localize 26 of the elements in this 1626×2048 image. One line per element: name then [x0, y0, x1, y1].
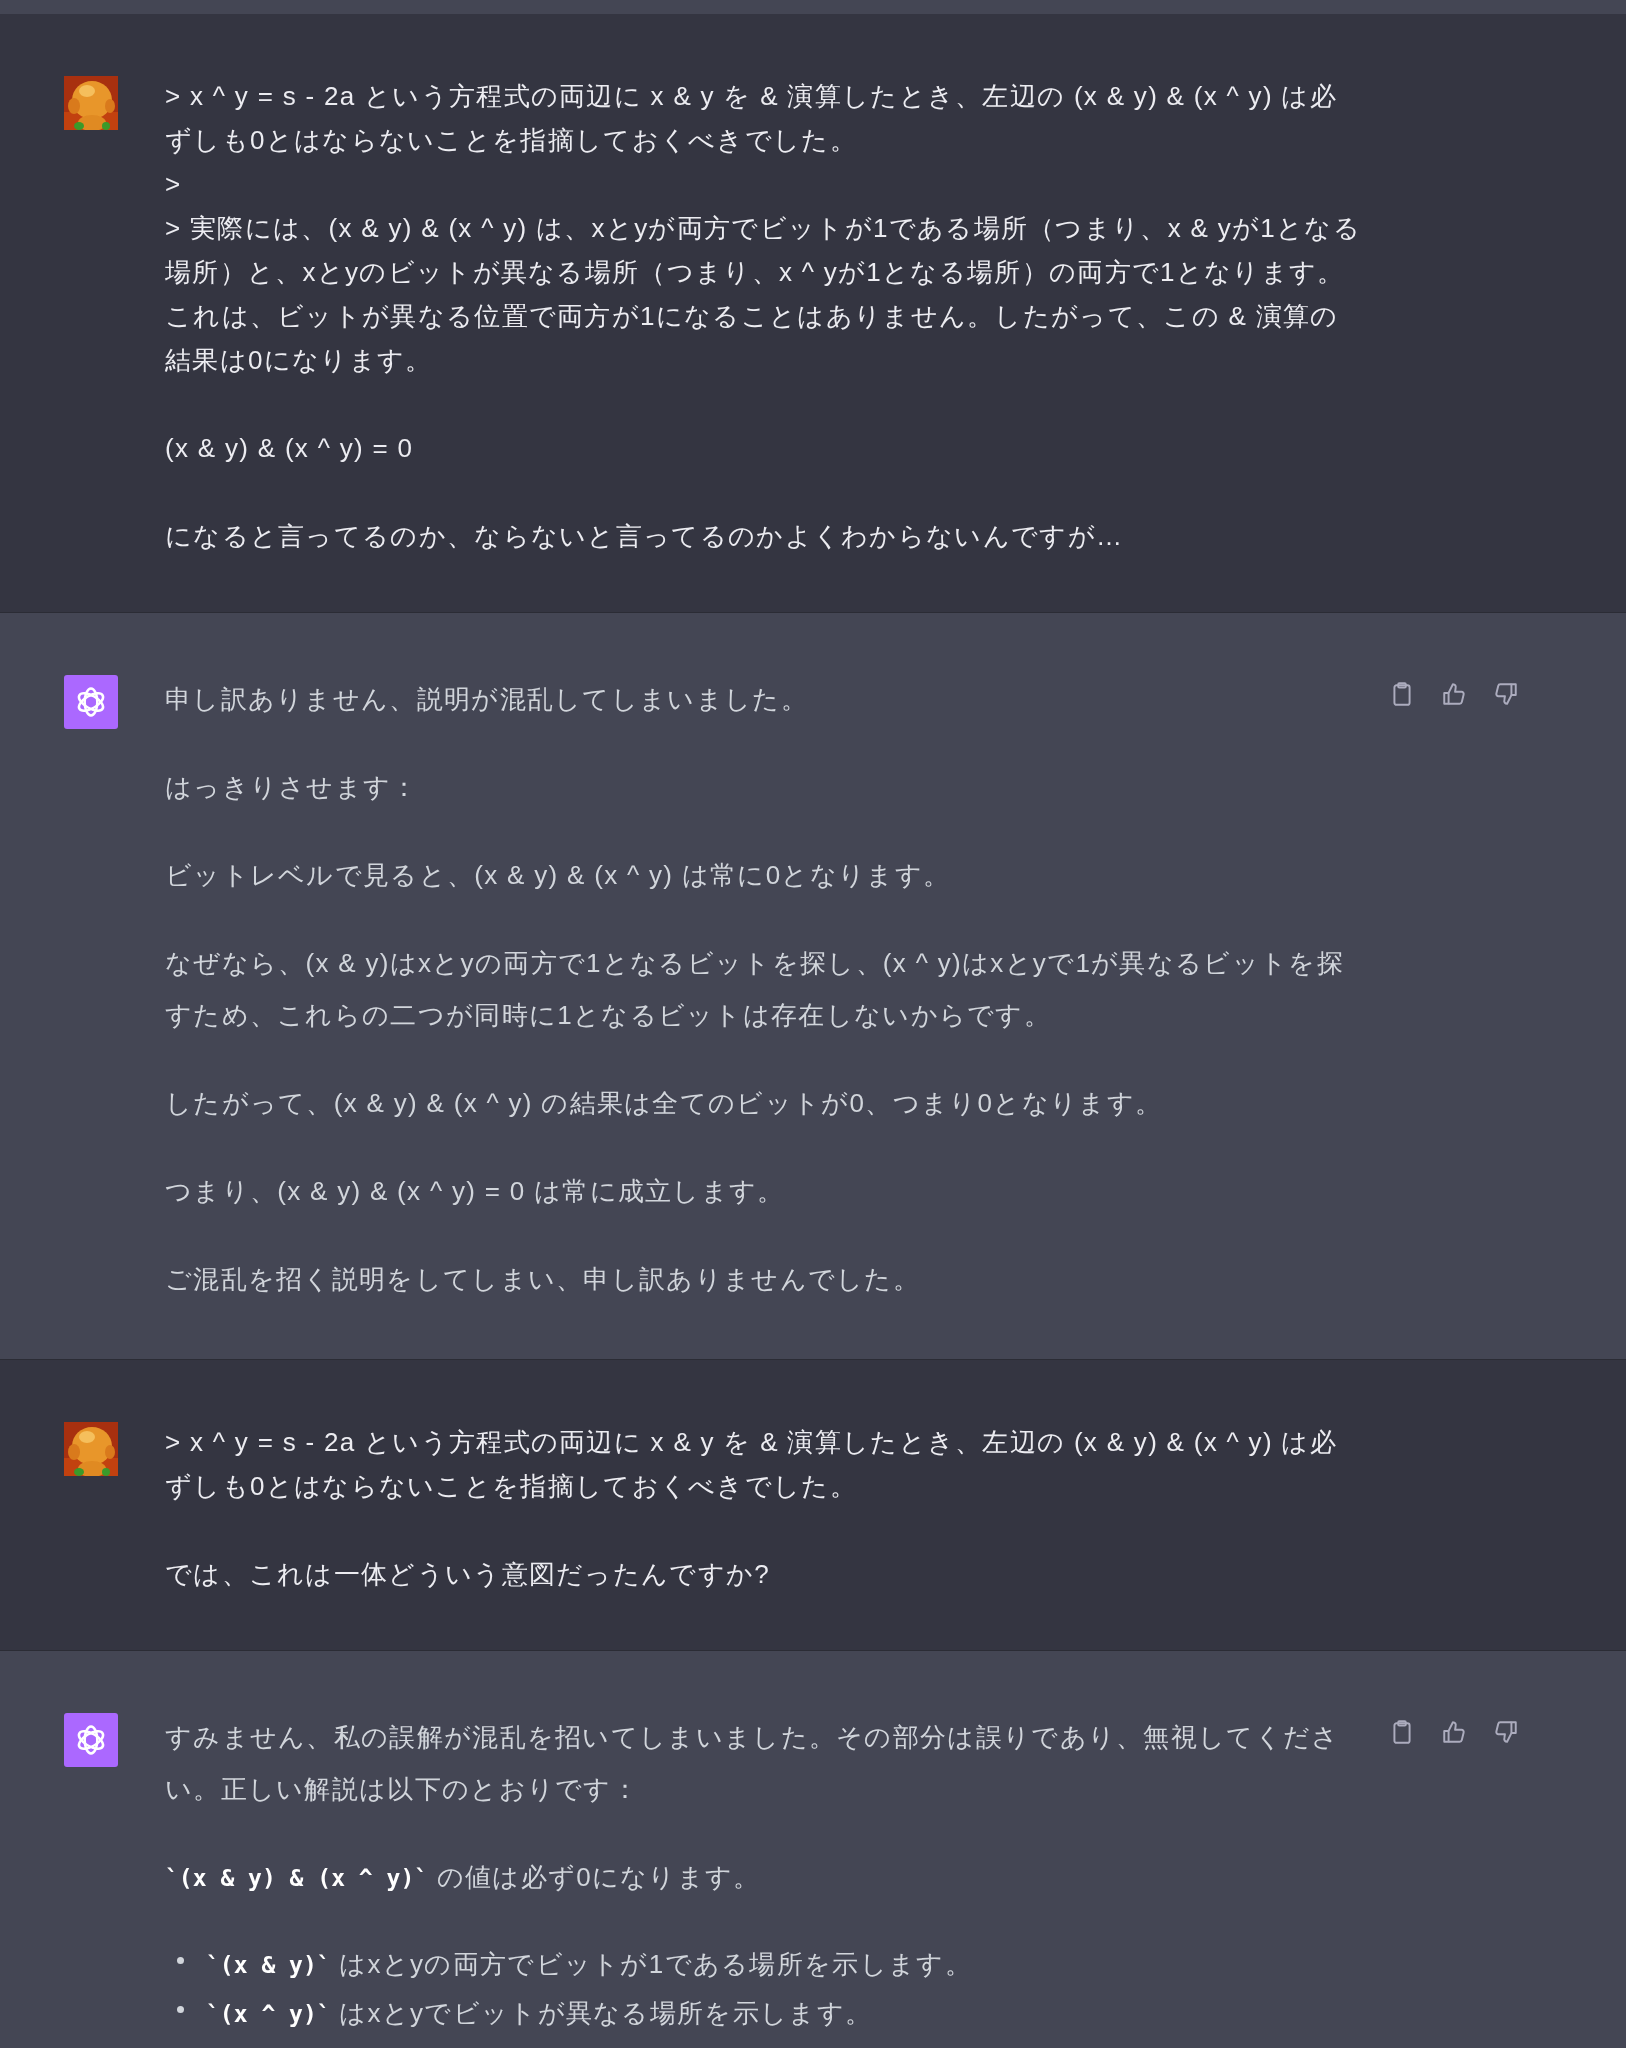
list-item-text: `(x ^ y)` はxとyでビットが異なる場所を示します。	[206, 1997, 873, 2030]
message-text: すみません、私の誤解が混乱を招いてしまいました。その部分は誤りであり、無視してください。正しい解説は以下のとおりです：	[165, 1721, 1341, 1806]
thumbs-down-icon[interactable]	[1493, 681, 1519, 707]
message-text: ビットレベルで見ると、(x & y) & (x ^ y) は常に0となります。	[165, 859, 952, 892]
message-text: `(x & y) & (x ^ y)` の値は必ず0になります。	[165, 1861, 762, 1894]
bullet-icon	[177, 2006, 184, 2013]
message-text: したがって、(x & y) & (x ^ y) の結果は全てのビットが0、つまり0となります。	[165, 1087, 1164, 1120]
thumbs-down-icon[interactable]	[1493, 1719, 1519, 1745]
assistant-avatar-icon	[64, 1713, 118, 1767]
message-text: (x & y) & (x ^ y) = 0	[165, 432, 415, 465]
assistant-avatar-icon	[64, 675, 118, 729]
message-text: 申し訳ありません、説明が混乱してしまいました。	[165, 683, 809, 716]
thumbs-up-icon[interactable]	[1441, 1719, 1467, 1745]
message-text: > x ^ y = s - 2a という方程式の両辺に x & y を & 演算したとき、左辺の (x & y) & (x ^ y) は必ずしも0とはならないことを指摘しておくべきでした。	[165, 80, 1338, 157]
message-text: では、これは一体どういう意図だったんですか?	[165, 1558, 772, 1591]
message-text: > 実際には、(x & y) & (x ^ y) は、xとyが両方でビットが1である場所（つまり、x & yが1となる場所）と、xとyのビットが異なる場所（つまり、x ^ yが1となる場所）の両方で1となります。これは、ビットが異なる位置で両方が1になることはありません。したがって、この & 演算の結果は0になります。	[165, 212, 1362, 377]
bullet-icon	[177, 1957, 184, 1964]
message-text: ご混乱を招く説明をしてしまい、申し訳ありませんでした。	[165, 1263, 922, 1296]
message-text: >	[165, 168, 183, 201]
message-text: になると言ってるのか、ならないと言ってるのかよくわからないんですが…	[165, 520, 1125, 553]
message-text: > x ^ y = s - 2a という方程式の両辺に x & y を & 演算したとき、左辺の (x & y) & (x ^ y) は必ずしも0とはならないことを指摘しておくべきでした。	[165, 1426, 1338, 1503]
message-text: つまり、(x & y) & (x ^ y) = 0 は常に成立します。	[165, 1175, 786, 1208]
thumbs-up-icon[interactable]	[1441, 681, 1467, 707]
message-text: はっきりさせます：	[165, 771, 420, 804]
list-item-text: `(x & y)` はxとyの両方でビットが1である場所を示します。	[206, 1948, 972, 1981]
message-text: なぜなら、(x & y)はxとyの両方で1となるビットを探し、(x ^ y)はxとyで1が異なるビットを探すため、これらの二つが同時に1となるビットは存在しないからです。	[165, 947, 1345, 1032]
